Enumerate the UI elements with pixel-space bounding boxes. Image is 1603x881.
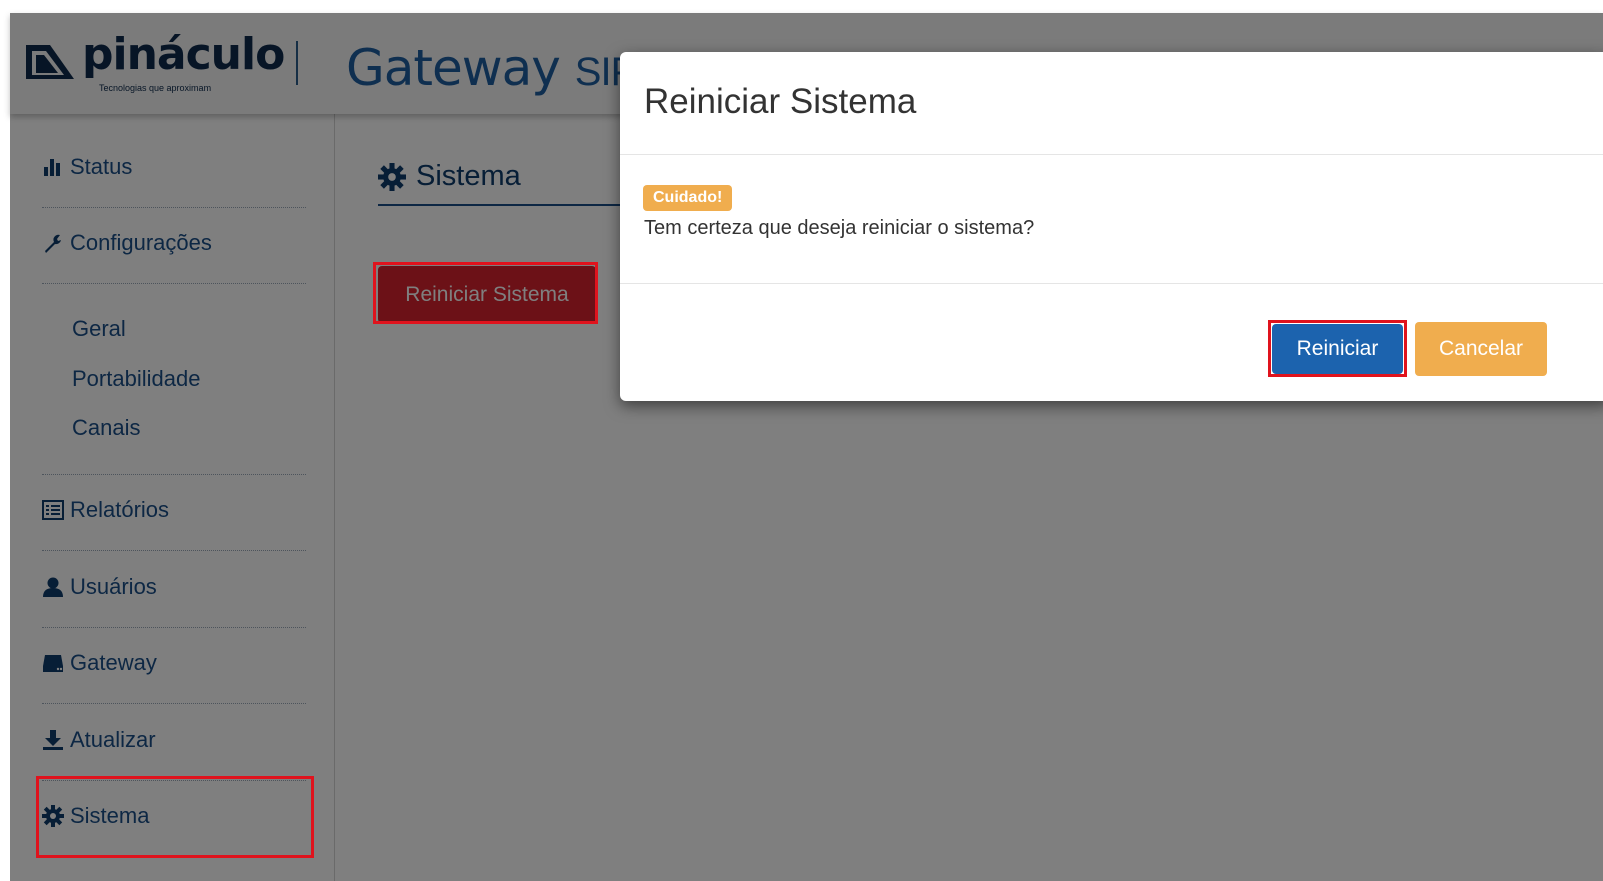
cancel-button[interactable]: Cancelar	[1415, 322, 1547, 376]
dialog-header-divider	[620, 154, 1603, 155]
app-window: pináculo Tecnologias que aproximam Gatew…	[10, 13, 1603, 881]
highlight-box-sidebar-sistema	[36, 776, 314, 858]
confirm-reboot-dialog: Reiniciar Sistema Cuidado! Tem certeza q…	[620, 52, 1603, 401]
dialog-footer-divider	[620, 283, 1603, 284]
highlight-box-reboot-button	[373, 262, 598, 324]
dialog-title: Reiniciar Sistema	[644, 82, 917, 121]
dialog-message: Tem certeza que deseja reiniciar o siste…	[644, 217, 1035, 239]
warning-badge: Cuidado!	[643, 185, 733, 211]
highlight-box-confirm-button	[1268, 320, 1407, 377]
